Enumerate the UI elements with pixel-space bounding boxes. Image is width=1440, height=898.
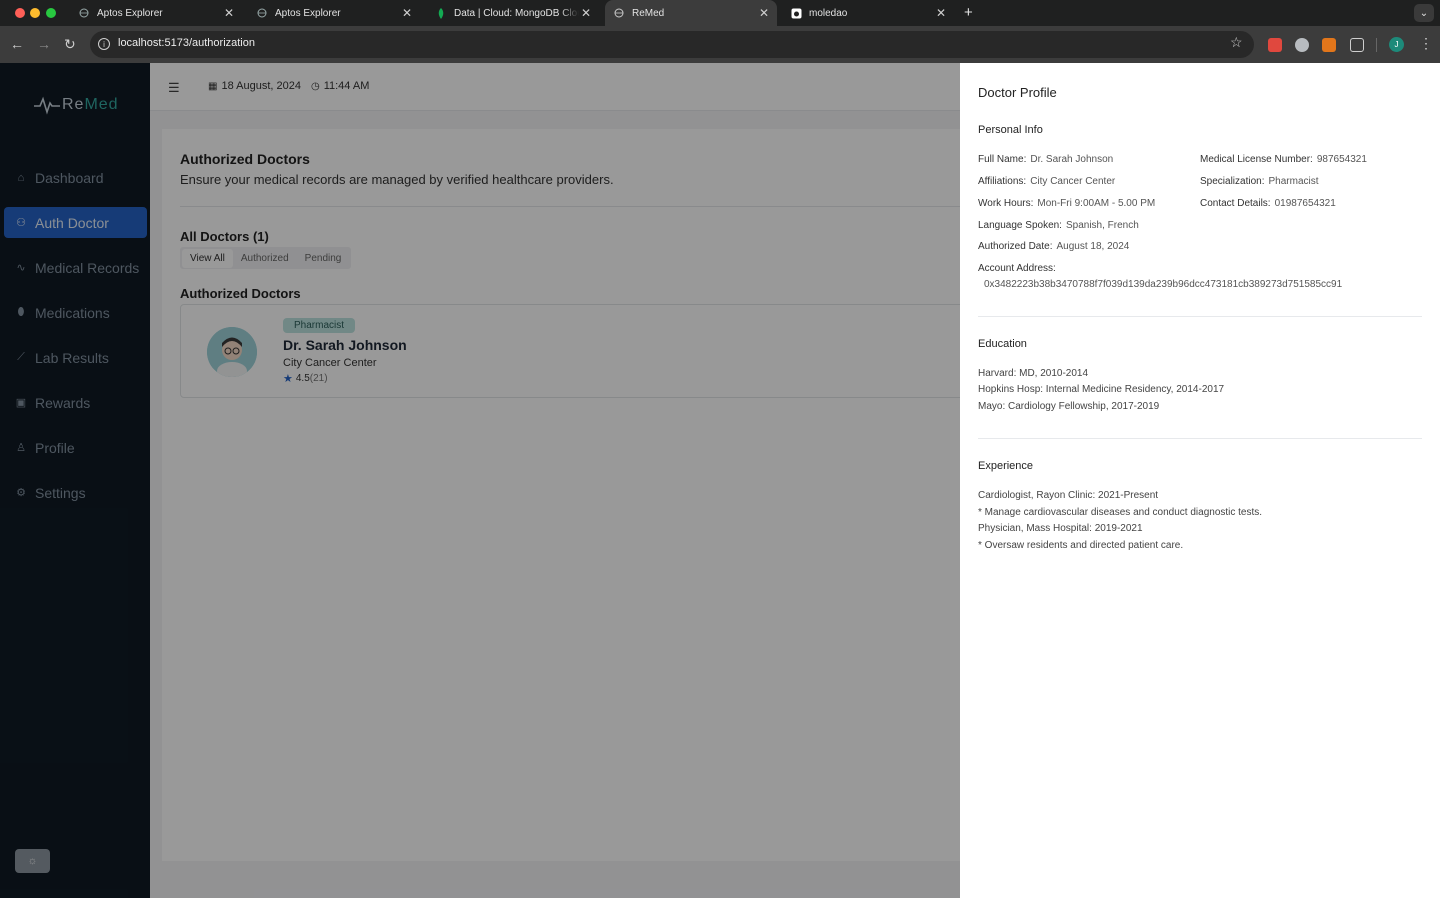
extension-red-icon[interactable]	[1268, 38, 1282, 52]
account-address-label: Account Address:	[978, 263, 1056, 274]
field-label: Work Hours:	[978, 198, 1034, 209]
address-bar[interactable]: i localhost:5173/authorization ☆	[90, 31, 1254, 58]
back-icon[interactable]: ←	[10, 36, 24, 52]
globe-icon	[78, 7, 90, 19]
field-value: 987654321	[1316, 154, 1367, 165]
work-hours-field: Work Hours: Mon-Fri 9:00AM - 5.00 PM	[978, 198, 1155, 209]
field-label: Language Spoken:	[978, 220, 1062, 231]
browser-tab[interactable]: Data | Cloud: MongoDB Cloud ✕	[427, 0, 599, 26]
field-value: City Cancer Center	[1030, 176, 1116, 187]
license-field: Medical License Number: 987654321	[1200, 154, 1367, 165]
browser-toolbar: ← → ↻ i localhost:5173/authorization ☆ J…	[0, 26, 1440, 63]
full-name-field: Full Name: Dr. Sarah Johnson	[978, 154, 1113, 165]
browser-tab[interactable]: Aptos Explorer ✕	[248, 0, 420, 26]
experience-line: * Manage cardiovascular diseases and con…	[978, 507, 1263, 518]
tab-label: Aptos Explorer	[97, 7, 163, 19]
field-label: Affiliations:	[978, 176, 1027, 187]
close-tab-icon[interactable]: ✕	[757, 6, 771, 20]
browser-tab[interactable]: moledao ✕	[782, 0, 954, 26]
mongodb-leaf-icon	[435, 7, 447, 19]
metamask-fox-icon[interactable]	[1322, 38, 1336, 52]
education-line: Harvard: MD, 2010-2014	[978, 368, 1089, 379]
bookmark-star-icon[interactable]: ☆	[1230, 34, 1243, 51]
close-window-button[interactable]	[15, 8, 25, 18]
browser-menu-icon[interactable]: ⋮	[1419, 35, 1433, 52]
reload-icon[interactable]: ↻	[64, 36, 76, 53]
extension-leaf-icon[interactable]	[1295, 38, 1309, 52]
browser-tab[interactable]: Aptos Explorer ✕	[70, 0, 242, 26]
browser-tab-active[interactable]: ReMed ✕	[605, 0, 777, 26]
contact-field: Contact Details: 01987654321	[1200, 198, 1336, 209]
modal-backdrop[interactable]	[0, 63, 960, 898]
browser-tab-bar: Aptos Explorer ✕ Aptos Explorer ✕ Data |…	[0, 0, 1440, 26]
tab-label: Aptos Explorer	[275, 7, 341, 19]
divider	[978, 438, 1422, 439]
language-field: Language Spoken: Spanish, French	[978, 220, 1139, 231]
field-value: Mon-Fri 9:00AM - 5.00 PM	[1037, 198, 1156, 209]
experience-line: Physician, Mass Hospital: 2019-2021	[978, 523, 1143, 534]
field-value: Pharmacist	[1268, 176, 1319, 187]
close-tab-icon[interactable]: ✕	[400, 6, 414, 20]
education-line: Mayo: Cardiology Fellowship, 2017-2019	[978, 401, 1160, 412]
field-value: Spanish, French	[1065, 220, 1139, 231]
maximize-window-button[interactable]	[46, 8, 56, 18]
tab-search-icon[interactable]: ⌄	[1414, 4, 1434, 22]
drawer-title: Doctor Profile	[978, 85, 1057, 100]
field-label: Contact Details:	[1200, 198, 1271, 209]
globe-icon	[256, 7, 268, 19]
field-value: 01987654321	[1274, 198, 1336, 209]
new-tab-icon[interactable]: +	[964, 4, 973, 21]
account-address-value: 0x3482223b38b3470788f7f039d139da239b96dc…	[984, 279, 1343, 290]
affiliations-field: Affiliations: City Cancer Center	[978, 176, 1115, 187]
forward-icon[interactable]: →	[37, 36, 51, 52]
field-label: Specialization:	[1200, 176, 1265, 187]
globe-icon	[613, 7, 625, 19]
doctor-profile-drawer: Doctor Profile Personal Info Full Name: D…	[960, 63, 1440, 898]
extensions-puzzle-icon[interactable]	[1350, 38, 1364, 52]
moledao-icon	[790, 7, 802, 19]
experience-line: Cardiologist, Rayon Clinic: 2021-Present	[978, 490, 1159, 501]
app-root: Re Med ⌂ Dashboard ⚇ Auth Doctor ∿ Medica…	[0, 63, 1440, 898]
field-label: Authorized Date:	[978, 241, 1053, 252]
close-tab-icon[interactable]: ✕	[579, 6, 593, 20]
experience-heading: Experience	[978, 460, 1034, 472]
close-tab-icon[interactable]: ✕	[934, 6, 948, 20]
specialization-field: Specialization: Pharmacist	[1200, 176, 1319, 187]
education-line: Hopkins Hosp: Internal Medicine Residenc…	[978, 384, 1225, 395]
profile-avatar[interactable]: J	[1389, 37, 1404, 52]
url-text[interactable]: localhost:5173/authorization	[118, 37, 255, 49]
divider	[978, 316, 1422, 317]
minimize-window-button[interactable]	[30, 8, 40, 18]
tab-label: ReMed	[632, 7, 665, 19]
close-tab-icon[interactable]: ✕	[222, 6, 236, 20]
site-info-icon[interactable]: i	[98, 38, 110, 50]
tab-label: moledao	[809, 7, 848, 19]
experience-line: * Oversaw residents and directed patient…	[978, 540, 1184, 551]
field-value: August 18, 2024	[1056, 241, 1130, 252]
tab-label: Data | Cloud: MongoDB Cloud	[454, 7, 579, 19]
authorized-date-field: Authorized Date: August 18, 2024	[978, 241, 1129, 252]
toolbar-separator	[1376, 38, 1377, 52]
field-label: Full Name:	[978, 154, 1027, 165]
field-value: Dr. Sarah Johnson	[1030, 154, 1114, 165]
education-heading: Education	[978, 338, 1027, 350]
field-label: Medical License Number:	[1200, 154, 1313, 165]
personal-info-heading: Personal Info	[978, 124, 1043, 136]
